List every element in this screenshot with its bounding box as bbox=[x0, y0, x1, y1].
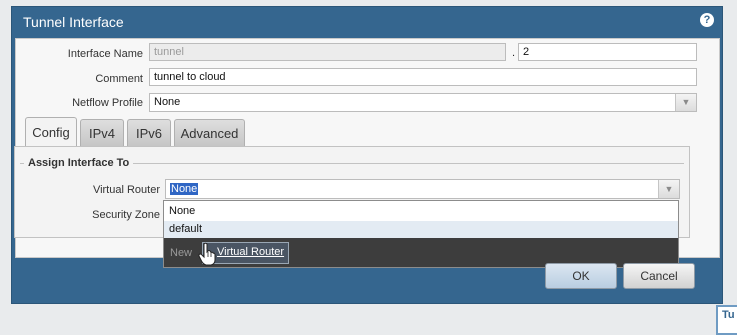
interface-number-field[interactable]: 2 bbox=[518, 43, 697, 61]
help-icon[interactable]: ? bbox=[700, 13, 714, 27]
tab-config[interactable]: Config bbox=[25, 117, 77, 146]
interface-name-label: Interface Name bbox=[67, 48, 143, 60]
dropdown-option-default[interactable]: default bbox=[164, 221, 678, 239]
netflow-profile-select[interactable]: None ▼ bbox=[149, 93, 697, 112]
tab-ipv4[interactable]: IPv4 bbox=[80, 119, 124, 146]
comment-label: Comment bbox=[95, 73, 143, 85]
tab-ipv6[interactable]: IPv6 bbox=[127, 119, 171, 146]
netflow-profile-value: None bbox=[154, 96, 181, 108]
dialog-title: Tunnel Interface bbox=[23, 14, 124, 30]
assign-interface-legend: Assign Interface To bbox=[24, 157, 134, 169]
dropdown-option-none[interactable]: None bbox=[164, 203, 678, 221]
hand-cursor-icon bbox=[198, 242, 216, 266]
netflow-profile-label: Netflow Profile bbox=[72, 97, 143, 109]
chevron-down-icon[interactable]: ▼ bbox=[658, 180, 679, 198]
virtual-router-select[interactable]: None ▼ bbox=[165, 179, 680, 199]
cancel-button[interactable]: Cancel bbox=[623, 263, 695, 289]
new-label: New bbox=[170, 247, 193, 259]
chevron-down-icon[interactable]: ▼ bbox=[675, 94, 696, 111]
virtual-router-value: None bbox=[170, 183, 199, 195]
comment-field[interactable]: tunnel to cloud bbox=[149, 68, 697, 86]
ok-button[interactable]: OK bbox=[545, 263, 617, 289]
virtual-router-dropdown: None default New Virtual Router bbox=[163, 200, 679, 268]
interface-separator: . bbox=[512, 47, 516, 59]
interface-name-field: tunnel bbox=[149, 43, 506, 61]
virtual-router-label: Virtual Router bbox=[92, 184, 160, 196]
security-zone-label: Security Zone bbox=[92, 209, 160, 221]
tab-advanced[interactable]: Advanced bbox=[174, 119, 245, 146]
